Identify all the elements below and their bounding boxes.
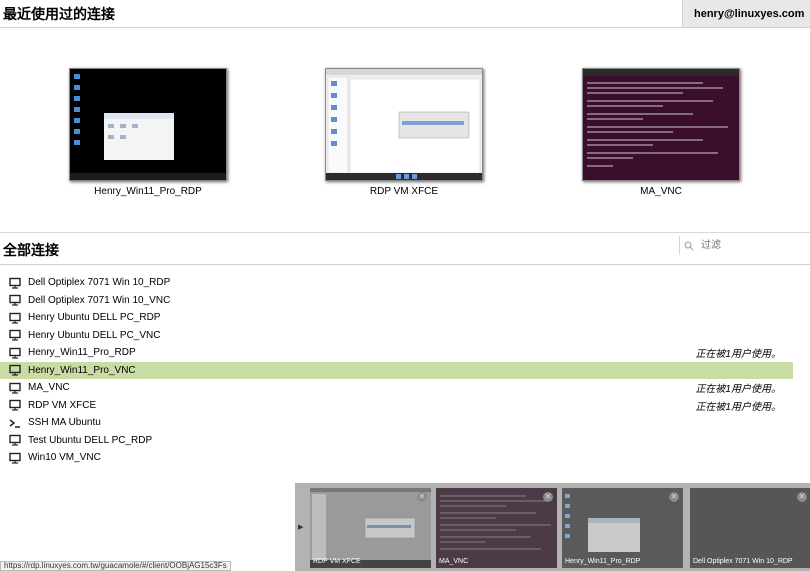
monitor-icon bbox=[9, 277, 21, 289]
connection-name[interactable]: Henry Ubuntu DELL PC_RDP bbox=[28, 312, 160, 323]
recent-card[interactable]: Henry_Win11_Pro_RDP bbox=[68, 68, 228, 197]
recent-connections: Henry_Win11_Pro_RDP RDP VM XFCE MA_VNC bbox=[0, 28, 810, 233]
monitor-icon bbox=[9, 435, 21, 446]
connection-list: Dell Optiplex 7071 Win 10_RDP Dell Optipl… bbox=[0, 274, 810, 467]
connection-name[interactable]: MA_VNC bbox=[28, 382, 70, 393]
connection-row[interactable]: Henry_Win11_Pro_VNC bbox=[0, 361, 793, 379]
close-icon[interactable]: ✕ bbox=[543, 492, 553, 502]
connection-row[interactable]: Test Ubuntu DELL PC_RDP bbox=[0, 432, 793, 450]
top-bar: 最近使用过的连接 henry@linuxyes.com ▼ bbox=[0, 0, 810, 28]
user-menu[interactable]: henry@linuxyes.com ▼ bbox=[682, 0, 810, 27]
connection-row[interactable]: Dell Optiplex 7071 Win 10_RDP bbox=[0, 274, 793, 292]
all-connections-title: 全部连接 bbox=[3, 242, 59, 258]
user-name: henry@linuxyes.com bbox=[694, 7, 805, 20]
connection-name[interactable]: Test Ubuntu DELL PC_RDP bbox=[28, 435, 152, 446]
search-icon bbox=[684, 241, 694, 251]
recent-card-name[interactable]: Henry_Win11_Pro_RDP bbox=[68, 186, 228, 197]
tray-item[interactable]: ✕ RDP VM XFCE bbox=[310, 488, 431, 568]
tray-item-label: MA_VNC bbox=[439, 558, 469, 565]
connection-row[interactable]: Henry_Win11_Pro_RDP 正在被1用户使用。 bbox=[0, 344, 793, 362]
tray-item-label: Henry_Win11_Pro_RDP bbox=[565, 558, 641, 565]
close-icon[interactable]: ✕ bbox=[417, 492, 427, 502]
connection-name[interactable]: RDP VM XFCE bbox=[28, 400, 96, 411]
recent-thumbnail[interactable] bbox=[69, 68, 227, 181]
connection-active-status: 正在被1用户使用。 bbox=[695, 401, 781, 413]
monitor-icon bbox=[9, 382, 21, 394]
tray-expand-icon[interactable]: ▶ bbox=[298, 523, 303, 531]
connection-name[interactable]: Henry_Win11_Pro_RDP bbox=[28, 347, 136, 358]
recent-card[interactable]: MA_VNC bbox=[581, 68, 741, 197]
connection-row[interactable]: RDP VM XFCE 正在被1用户使用。 bbox=[0, 397, 793, 415]
connection-name[interactable]: Win10 VM_VNC bbox=[28, 452, 101, 463]
monitor-icon bbox=[9, 400, 21, 411]
connection-row[interactable]: SSH MA Ubuntu bbox=[0, 414, 793, 432]
recent-card[interactable]: RDP VM XFCE bbox=[324, 68, 484, 197]
recent-card-name[interactable]: RDP VM XFCE bbox=[324, 186, 484, 197]
connection-name[interactable]: SSH MA Ubuntu bbox=[28, 417, 101, 428]
connection-name[interactable]: Dell Optiplex 7071 Win 10_RDP bbox=[28, 277, 170, 288]
connection-active-status: 正在被1用户使用。 bbox=[695, 349, 781, 361]
connection-name[interactable]: Dell Optiplex 7071 Win 10_VNC bbox=[28, 295, 170, 306]
monitor-icon bbox=[9, 452, 21, 464]
connection-name[interactable]: Henry_Win11_Pro_VNC bbox=[28, 365, 136, 376]
filter-input[interactable] bbox=[699, 239, 803, 252]
recent-card-name[interactable]: MA_VNC bbox=[581, 186, 741, 197]
monitor-icon bbox=[9, 330, 21, 341]
recent-thumbnail[interactable] bbox=[582, 68, 740, 181]
tray-item[interactable]: ✕ MA_VNC bbox=[436, 488, 557, 568]
monitor-icon bbox=[9, 347, 21, 359]
connection-name[interactable]: Henry Ubuntu DELL PC_VNC bbox=[28, 330, 160, 341]
close-icon[interactable]: ✕ bbox=[669, 492, 679, 502]
tray-item[interactable]: ✕ Dell Optiplex 7071 Win 10_RDP bbox=[690, 488, 810, 568]
connection-row[interactable]: Win10 VM_VNC bbox=[0, 449, 793, 467]
recent-connections-title: 最近使用过的连接 bbox=[3, 6, 115, 22]
connection-row[interactable]: Henry Ubuntu DELL PC_VNC bbox=[0, 327, 793, 345]
connection-row[interactable]: MA_VNC 正在被1用户使用。 bbox=[0, 379, 793, 397]
filter-box[interactable] bbox=[679, 236, 810, 255]
connection-row[interactable]: Dell Optiplex 7071 Win 10_VNC bbox=[0, 292, 793, 310]
tray-item-label: RDP VM XFCE bbox=[313, 558, 361, 565]
tray-item[interactable]: ✕ Henry_Win11_Pro_RDP bbox=[562, 488, 683, 568]
monitor-icon bbox=[9, 312, 21, 324]
close-icon[interactable]: ✕ bbox=[797, 492, 807, 502]
recent-thumbnail[interactable] bbox=[325, 68, 483, 181]
status-url: https://rdp.linuxyes.com.tw/guacamole/#/… bbox=[0, 561, 231, 571]
terminal-icon bbox=[9, 419, 20, 428]
client-tray: ▶ ✕ RDP VM XFCE ✕ MA_VNC ✕ Henry_Win11_P… bbox=[295, 483, 810, 571]
connection-active-status: 正在被1用户使用。 bbox=[695, 384, 781, 396]
monitor-icon bbox=[9, 365, 21, 376]
connection-row[interactable]: Henry Ubuntu DELL PC_RDP bbox=[0, 309, 793, 327]
tray-item-label: Dell Optiplex 7071 Win 10_RDP bbox=[693, 558, 793, 565]
monitor-icon bbox=[9, 295, 21, 306]
